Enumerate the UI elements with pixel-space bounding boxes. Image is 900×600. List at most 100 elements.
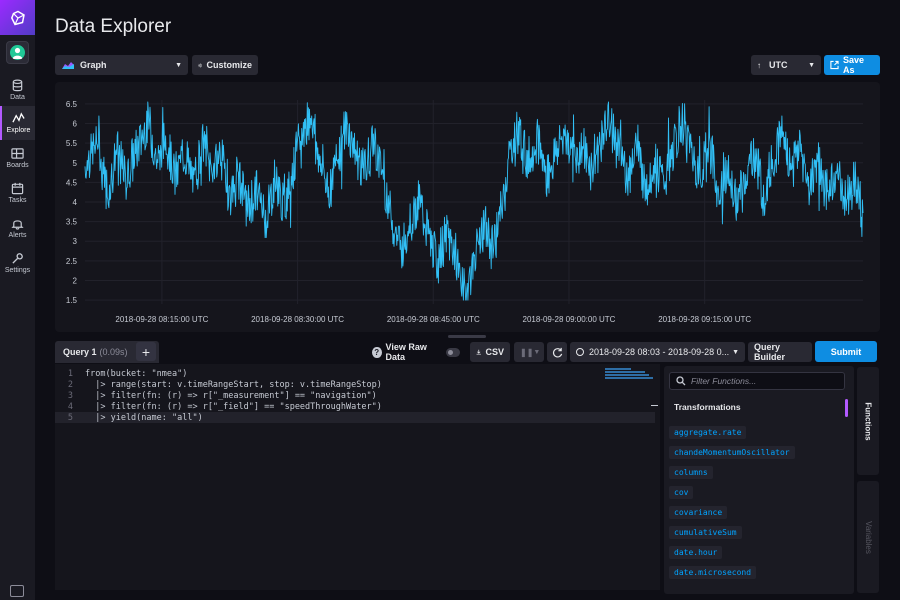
- search-icon: [676, 376, 686, 386]
- help-icon: ?: [372, 346, 382, 358]
- customize-button[interactable]: Customize: [192, 55, 258, 75]
- line-number: 1: [67, 368, 73, 379]
- function-item[interactable]: chandeMomentumOscillator: [669, 446, 795, 459]
- query-builder-button[interactable]: Query Builder: [748, 342, 812, 362]
- code-line: 3 |> filter(fn: (r) => r["_measurement"]…: [55, 390, 655, 401]
- chevron-down-icon: ▼: [533, 348, 541, 356]
- function-item[interactable]: aggregate.rate: [669, 426, 747, 439]
- nav-label-data: Data: [10, 94, 25, 101]
- customize-label: Customize: [206, 60, 252, 70]
- y-tick-label: 1.5: [66, 296, 78, 305]
- y-tick-label: 3.5: [66, 218, 78, 227]
- nav-item-explore[interactable]: Explore: [0, 106, 35, 140]
- influx-logo-icon[interactable]: [0, 0, 35, 35]
- y-tick-label: 3: [73, 237, 78, 246]
- x-tick-label: 2018-09-28 09:15:00 UTC: [658, 315, 751, 324]
- y-tick-label: 6.5: [66, 100, 78, 109]
- x-tick-label: 2018-09-28 09:00:00 UTC: [523, 315, 616, 324]
- clock-icon: [576, 348, 584, 356]
- line-chart: 6.5 6 5.5 5 4.5 4 3.5 3 2.5 2 1.5 2018-09-28 08:15…: [66, 100, 864, 324]
- filter-functions-input[interactable]: Filter Functions...: [669, 372, 845, 390]
- nav-label-tasks: Tasks: [8, 197, 27, 204]
- autorefresh-dropdown[interactable]: ❚❚ ▼: [514, 342, 544, 362]
- timezone-pin-icon: ↑: [757, 60, 761, 70]
- nav-item-tasks[interactable]: Tasks: [0, 176, 35, 210]
- database-icon: [12, 79, 23, 92]
- left-nav: Data Explore Boards Tasks Alerts Setting…: [0, 0, 35, 600]
- nav-item-data[interactable]: Data: [0, 73, 35, 107]
- page-title: Data Explorer: [55, 16, 172, 37]
- function-item[interactable]: covariance: [669, 506, 728, 519]
- chevron-down-icon: ▼: [732, 348, 739, 356]
- collapse-nav-icon[interactable]: [10, 585, 24, 597]
- refresh-icon: [552, 347, 562, 357]
- user-avatar[interactable]: [6, 41, 29, 64]
- function-item[interactable]: columns: [669, 466, 713, 479]
- query-tab-time: (0.09s): [99, 347, 128, 357]
- code-line: 4 |> filter(fn: (r) => r["_field"] == "s…: [55, 401, 655, 412]
- chevron-down-icon: ▼: [175, 61, 182, 69]
- series-line: [84, 101, 864, 301]
- function-item[interactable]: cumulativeSum: [669, 526, 742, 539]
- nav-item-boards[interactable]: Boards: [0, 141, 35, 175]
- code-text: |> yield(name: "all"): [85, 412, 203, 423]
- line-number: 5: [67, 412, 73, 423]
- view-type-label: Graph: [80, 60, 107, 70]
- y-tick-label: 4: [73, 198, 78, 207]
- bell-icon: [11, 220, 24, 230]
- graph-line-icon: [12, 112, 25, 123]
- x-tick-label: 2018-09-28 08:45:00 UTC: [387, 315, 480, 324]
- function-item[interactable]: date.microsecond: [669, 566, 757, 579]
- tab-functions-label: Functions: [863, 401, 873, 441]
- csv-button[interactable]: CSV: [470, 342, 510, 362]
- nav-label-settings: Settings: [4, 267, 31, 274]
- y-tick-label: 5.5: [66, 139, 78, 148]
- time-range-dropdown[interactable]: 2018-09-28 08:03 - 2018-09-28 0... ▼: [570, 342, 745, 362]
- functions-panel: Filter Functions... Transformations aggr…: [664, 366, 854, 594]
- tab-variables-label: Variables: [863, 520, 873, 554]
- add-query-button[interactable]: +: [136, 342, 156, 361]
- flux-editor[interactable]: 1 from(bucket: "nmea") 2 |> range(start: …: [55, 364, 660, 590]
- tab-variables[interactable]: Variables: [857, 481, 879, 593]
- code-line: 1 from(bucket: "nmea"): [55, 368, 655, 379]
- nav-item-settings[interactable]: Settings: [0, 246, 35, 280]
- export-icon: [830, 60, 839, 70]
- nav-item-alerts[interactable]: Alerts: [0, 211, 35, 245]
- toggle-switch[interactable]: [446, 347, 461, 357]
- wrench-icon: [12, 253, 23, 264]
- panel-scrollbar[interactable]: [845, 399, 848, 417]
- view-type-dropdown[interactable]: Graph ▼: [55, 55, 188, 75]
- tab-functions[interactable]: Functions: [857, 367, 879, 475]
- function-item[interactable]: cov: [669, 486, 694, 499]
- raw-data-toggle[interactable]: ? View Raw Data: [368, 342, 464, 362]
- code-text: |> range(start: v.timeRangeStart, stop: …: [85, 379, 382, 390]
- code-text: |> filter(fn: (r) => r["_measurement"] =…: [85, 390, 377, 401]
- pause-icon: ❚❚: [520, 347, 534, 357]
- graph-icon: [62, 62, 74, 69]
- line-number: 3: [67, 390, 73, 401]
- nav-label-boards: Boards: [6, 162, 29, 169]
- timezone-label: UTC: [769, 60, 788, 70]
- submit-label: Submit: [830, 346, 862, 357]
- dashboards-icon: [11, 148, 24, 159]
- submit-button[interactable]: Submit: [815, 341, 877, 362]
- collapse-panel-icon[interactable]: [651, 405, 658, 406]
- raw-data-label: View Raw Data: [385, 342, 427, 362]
- code-line: 2 |> range(start: v.timeRangeStart, stop…: [55, 379, 655, 390]
- graph-panel: 6.5 6 5.5 5 4.5 4 3.5 3 2.5 2 1.5 2018-09-28 08:15…: [55, 82, 880, 332]
- code-text: |> filter(fn: (r) => r["_field"] == "spe…: [85, 401, 382, 412]
- calendar-icon: [11, 182, 24, 195]
- plus-icon: +: [141, 343, 151, 360]
- code-text: from(bucket: "nmea"): [85, 368, 188, 379]
- resize-handle[interactable]: [448, 335, 486, 338]
- time-range-label: 2018-09-28 08:03 - 2018-09-28 0...: [589, 347, 730, 357]
- timezone-dropdown[interactable]: ↑ UTC ▼: [751, 55, 821, 75]
- function-item[interactable]: date.hour: [669, 546, 723, 559]
- query-builder-label: Query Builder: [754, 342, 786, 362]
- y-tick-label: 2.5: [66, 257, 78, 266]
- transformations-heading: Transformations: [674, 402, 741, 412]
- save-as-button[interactable]: Save As: [824, 55, 880, 75]
- refresh-button[interactable]: [547, 342, 567, 362]
- code-line-active: 5 |> yield(name: "all"): [55, 412, 655, 423]
- download-icon: [476, 349, 481, 355]
